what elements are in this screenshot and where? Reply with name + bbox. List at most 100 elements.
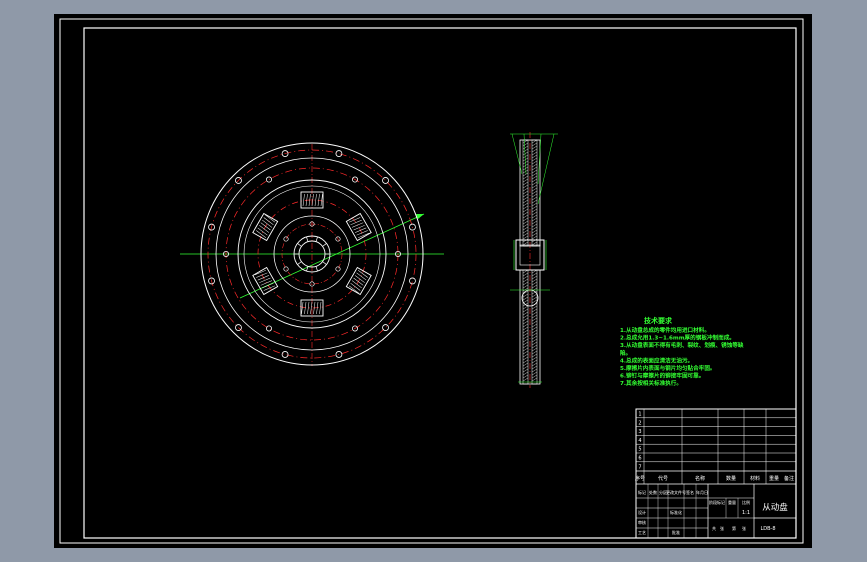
hatch-line xyxy=(522,335,529,340)
hatch-line xyxy=(522,332,529,337)
title-block: 1234567 序号 代号 名称 数量 材料 重量 备注 从动盘 LDB-8 标记 处数 分区更… xyxy=(635,408,797,539)
signature-cell: 工艺 xyxy=(638,530,646,535)
tech-req-item: 5.摩擦片内表面与钢片均匀贴合牢固。 xyxy=(620,364,716,372)
sheet-outer-border xyxy=(59,18,804,544)
hatch-line xyxy=(531,350,538,355)
hatch-line xyxy=(531,323,538,328)
signature-cell: 处数 xyxy=(649,489,657,495)
hatch-line xyxy=(522,362,529,367)
parts-list: 1 2 3 4 5 6 7 xyxy=(635,408,797,484)
hatch-line xyxy=(522,196,529,201)
hatch-line xyxy=(531,157,538,162)
hatch-line xyxy=(522,317,529,322)
hatch-line xyxy=(531,377,538,382)
header-cell: 名称 xyxy=(695,475,705,482)
hatch-line xyxy=(531,226,538,231)
signature-cell: 年月日 xyxy=(696,489,708,495)
tech-req-item: 4.总成的表面应清洁无油污。 xyxy=(620,356,693,364)
drawing-sheet: 技术要求 1.从动盘总成的零件均用进口材料。2.总成允用1.3~1.6mm厚的钢… xyxy=(59,18,804,544)
hatch-line xyxy=(531,220,538,225)
hatch-line xyxy=(531,272,538,277)
hatch-line xyxy=(522,235,529,240)
tech-req-item: 7.其余按相关标准执行。 xyxy=(620,379,682,387)
signature-cell: 审核 xyxy=(638,519,646,525)
hatch-line xyxy=(522,278,529,283)
signature-cell: 签名 xyxy=(686,489,694,495)
hatch-line xyxy=(531,278,538,283)
outer-rivet-hole xyxy=(409,277,416,285)
hatch-line xyxy=(531,148,538,153)
hatch-line xyxy=(531,202,538,207)
sheet-cell: 张 xyxy=(720,525,724,531)
hatch-line xyxy=(522,284,529,289)
hatch-line xyxy=(531,166,538,171)
hatch-line xyxy=(531,211,538,216)
leader-3 xyxy=(537,133,542,185)
hatch-line xyxy=(531,368,538,373)
outer-rivet-hole xyxy=(335,351,343,358)
hatch-line xyxy=(522,232,529,237)
header-cell: 代号 xyxy=(658,475,668,482)
header-cell: 备注 xyxy=(784,475,794,482)
hatch-line xyxy=(531,184,538,189)
hatch-line xyxy=(522,356,529,361)
cad-viewport[interactable]: 技术要求 1.从动盘总成的零件均用进口材料。 2.总成允用1.3~1.6mm厚的钢… xyxy=(54,14,812,548)
hatch-line xyxy=(531,305,538,310)
tech-req-items: 1.从动盘总成的零件均用进口材料。2.总成允用1.3~1.6mm厚的钢板冲制而成… xyxy=(620,326,744,387)
stage-cell: 阶段标记 xyxy=(709,499,725,505)
hatch-line xyxy=(522,184,529,189)
hatch-line xyxy=(531,338,538,343)
hatch-line xyxy=(522,281,529,286)
hatch-line xyxy=(522,181,529,186)
hatch-line xyxy=(522,359,529,364)
hatch-line xyxy=(531,371,538,376)
hatch-line xyxy=(522,374,529,379)
sheet-cell: 第 xyxy=(732,525,736,531)
hatch-line xyxy=(522,220,529,225)
hatch-line xyxy=(531,356,538,361)
hatch-line xyxy=(531,223,538,228)
hatch-line xyxy=(531,190,538,195)
hatch-line xyxy=(522,169,529,174)
hatch-line xyxy=(522,368,529,373)
hatch-line xyxy=(522,172,529,177)
hatch-line xyxy=(522,223,529,228)
outer-rivet-hole xyxy=(335,150,343,157)
signature-cell: 更改文件号 xyxy=(666,489,686,495)
hatch-line xyxy=(531,374,538,379)
hatch-line xyxy=(522,217,529,222)
tech-req-title: 技术要求 xyxy=(644,316,673,325)
hatch-line xyxy=(531,151,538,156)
hatch-line xyxy=(531,329,538,334)
hatch-line xyxy=(531,178,538,183)
lower-facing-right xyxy=(531,269,538,385)
outer-rivet-hole xyxy=(382,324,389,331)
hatch-line xyxy=(531,341,538,346)
hatch-line xyxy=(531,241,538,246)
signature-cell: 批准 xyxy=(672,529,680,535)
hatch-line xyxy=(531,359,538,364)
facing-left xyxy=(522,139,529,247)
hatch-line xyxy=(522,193,529,198)
hatch-line xyxy=(531,172,538,177)
hatch-line xyxy=(531,199,538,204)
parts-row-no: 6 xyxy=(638,456,641,462)
header-cell: 重量 xyxy=(769,475,779,482)
hatch-line xyxy=(522,205,529,210)
hatch-line xyxy=(531,284,538,289)
hatch-line xyxy=(522,142,529,147)
hatch-line xyxy=(531,353,538,358)
hatch-line xyxy=(522,311,529,316)
hatch-line xyxy=(522,296,529,301)
hatch-line xyxy=(522,350,529,355)
title-block-frame xyxy=(635,408,797,539)
parts-row-no: 2 xyxy=(638,420,641,426)
hatch-line xyxy=(531,154,538,159)
technical-requirements: 技术要求 1.从动盘总成的零件均用进口材料。2.总成允用1.3~1.6mm厚的钢… xyxy=(620,316,744,387)
hatch-line xyxy=(531,169,538,174)
hub-hole xyxy=(335,266,341,272)
hatch-line xyxy=(531,320,538,325)
hatch-line xyxy=(522,320,529,325)
spline-tooth xyxy=(322,261,327,265)
hatch-line xyxy=(522,338,529,343)
